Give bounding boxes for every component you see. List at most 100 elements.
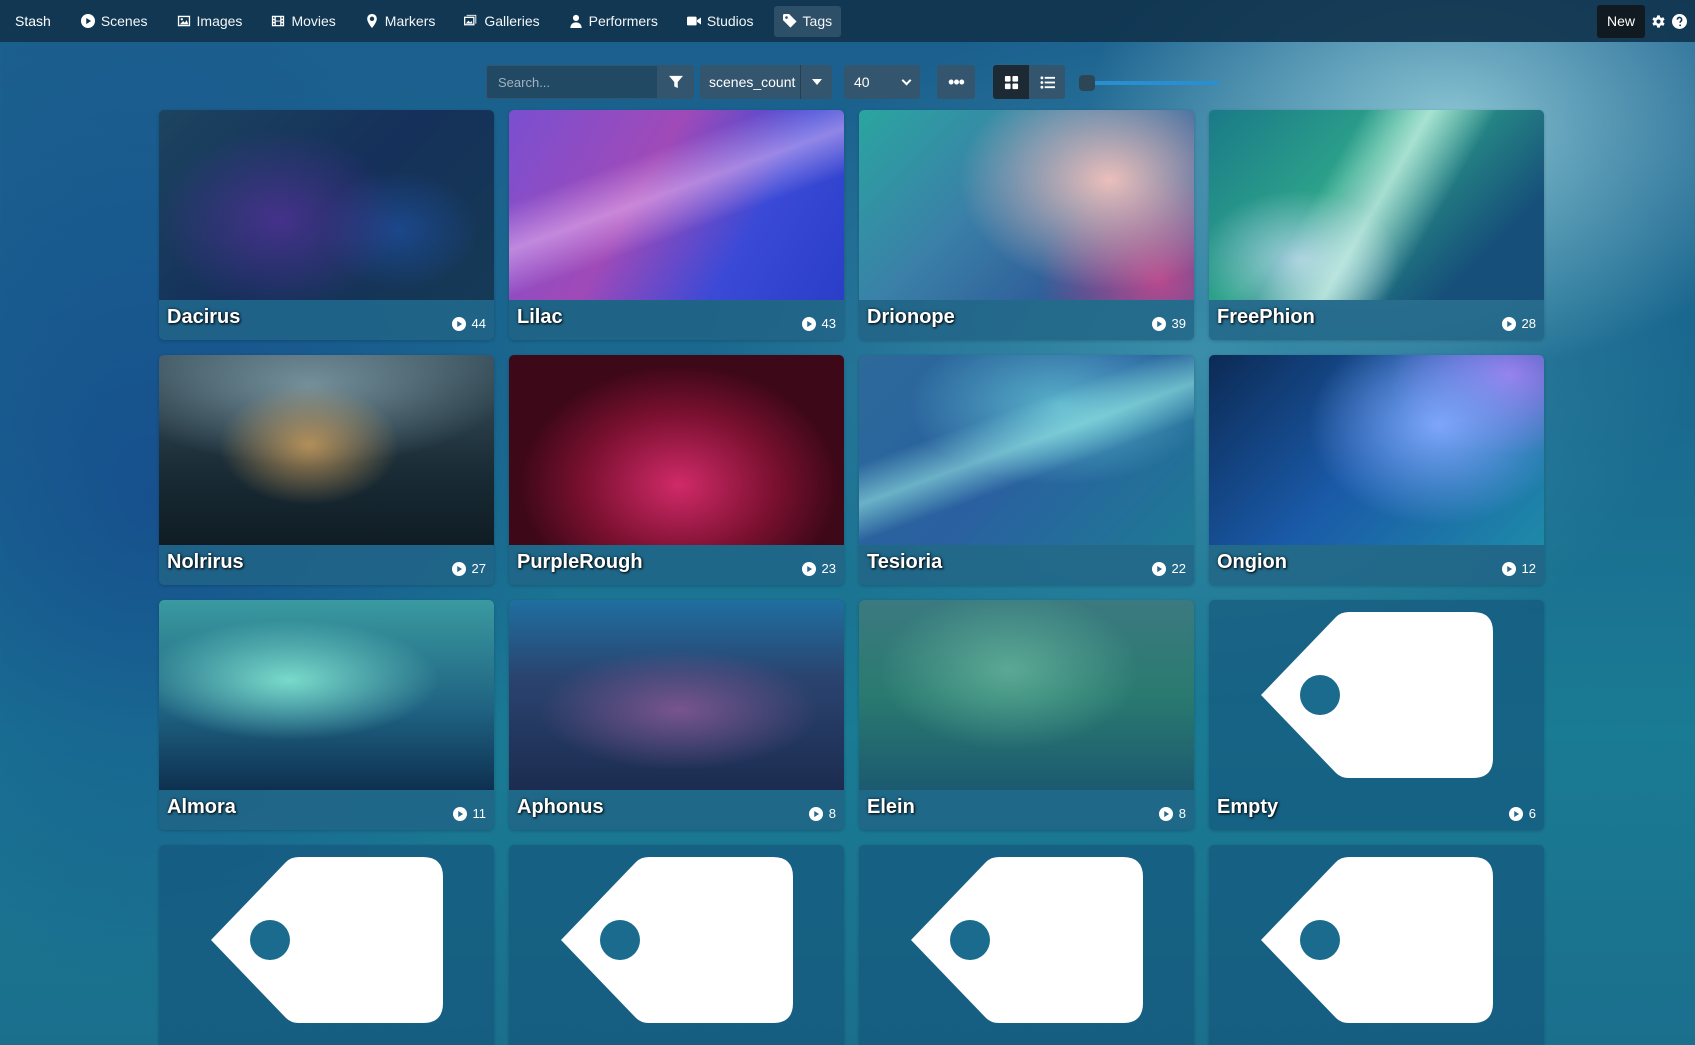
tag-thumbnail[interactable]	[159, 845, 494, 1035]
nav-item-studios[interactable]: Studios	[678, 6, 763, 37]
sort-direction-button[interactable]	[800, 65, 832, 99]
scene-count[interactable]: 27	[451, 561, 486, 576]
scene-count[interactable]: 8	[1158, 806, 1186, 821]
tag-thumbnail[interactable]	[509, 600, 844, 790]
per-page-select[interactable]: 40	[844, 65, 920, 99]
tag-icon	[561, 857, 793, 1023]
tag-name[interactable]: Empty	[1217, 796, 1278, 819]
nav-item-galleries[interactable]: Galleries	[455, 6, 548, 37]
scene-count[interactable]: 28	[1501, 316, 1536, 331]
play-circle-icon	[1508, 806, 1523, 821]
more-options-button[interactable]: •••	[937, 65, 975, 99]
scene-count[interactable]: 43	[801, 316, 836, 331]
scene-count[interactable]: 11	[452, 806, 487, 821]
tag-name[interactable]: Elein	[867, 796, 915, 819]
scene-count[interactable]: 23	[801, 561, 836, 576]
scene-count-value: 12	[1521, 561, 1536, 576]
play-circle-icon	[1158, 806, 1173, 821]
question-circle-icon[interactable]	[1672, 13, 1687, 29]
zoom-slider-handle[interactable]	[1079, 75, 1095, 91]
nav-item-scenes[interactable]: Scenes	[72, 6, 157, 37]
nav-item-markers[interactable]: Markers	[356, 6, 445, 37]
tag-thumbnail[interactable]	[1209, 600, 1544, 790]
tag-thumbnail[interactable]	[859, 110, 1194, 300]
tag-card[interactable]	[1209, 845, 1544, 1045]
tag-name[interactable]: FreePhion	[1217, 306, 1315, 329]
tag-card[interactable]: Empty 6	[1209, 600, 1544, 830]
tag-card[interactable]	[159, 845, 494, 1045]
sort-by-select[interactable]: scenes_count	[700, 65, 800, 99]
tag-name[interactable]: Drionope	[867, 306, 955, 329]
scene-count-value: 39	[1171, 316, 1186, 331]
tag-name[interactable]: Ongion	[1217, 551, 1287, 574]
tag-name[interactable]: Aphonus	[517, 796, 604, 819]
scene-count-value: 11	[472, 806, 487, 821]
tag-icon	[1261, 612, 1493, 778]
tag-thumbnail[interactable]	[859, 845, 1194, 1035]
tag-card[interactable]: Drionope 39	[859, 110, 1194, 340]
tag-card[interactable]	[859, 845, 1194, 1045]
tag-thumbnail[interactable]	[159, 355, 494, 545]
tag-thumbnail[interactable]	[509, 110, 844, 300]
per-page-value: 40	[854, 74, 870, 90]
tag-thumbnail[interactable]	[159, 600, 494, 790]
tag-card[interactable]	[509, 845, 844, 1045]
tag-thumbnail[interactable]	[509, 355, 844, 545]
tag-card[interactable]: Almora 11	[159, 600, 494, 830]
scene-count[interactable]: 8	[808, 806, 836, 821]
search-input[interactable]: Search...	[486, 65, 658, 99]
scene-count-value: 28	[1521, 316, 1536, 331]
list-toolbar: Search... scenes_count 40 •••	[486, 65, 1219, 99]
tag-card[interactable]: Lilac 43	[509, 110, 844, 340]
scene-count[interactable]: 44	[451, 316, 486, 331]
tag-icon	[1261, 857, 1493, 1023]
tag-name[interactable]: Almora	[167, 796, 236, 819]
tag-thumbnail[interactable]	[1209, 845, 1544, 1035]
tag-card[interactable]: FreePhion 28	[1209, 110, 1544, 340]
scene-count[interactable]: 12	[1501, 561, 1536, 576]
scene-count-value: 6	[1528, 806, 1536, 821]
nav-item-movies[interactable]: Movies	[262, 6, 344, 37]
tag-name[interactable]: Nolrirus	[167, 551, 244, 574]
zoom-slider[interactable]	[1079, 65, 1219, 99]
play-circle-icon	[1151, 561, 1166, 576]
tag-thumbnail[interactable]	[859, 355, 1194, 545]
play-circle-icon	[452, 806, 467, 821]
new-button[interactable]: New	[1596, 4, 1645, 38]
scene-count[interactable]: 22	[1151, 561, 1186, 576]
nav-label: Movies	[291, 13, 336, 29]
tag-name[interactable]: Lilac	[517, 306, 563, 329]
nav-label: Markers	[384, 13, 436, 29]
tag-card[interactable]: Nolrirus 27	[159, 355, 494, 585]
tag-name[interactable]: Tesioria	[867, 551, 942, 574]
scene-count[interactable]: 6	[1508, 806, 1536, 821]
tag-card[interactable]: Dacirus 44	[159, 110, 494, 340]
nav-item-images[interactable]: Images	[168, 6, 252, 37]
scene-count-value: 23	[821, 561, 836, 576]
scene-count-value: 8	[1178, 806, 1186, 821]
nav-item-performers[interactable]: Performers	[560, 6, 667, 37]
tag-name[interactable]: Dacirus	[167, 306, 240, 329]
tag-name[interactable]: PurpleRough	[517, 551, 643, 574]
gear-icon[interactable]	[1651, 14, 1666, 29]
grid-view-button[interactable]	[993, 65, 1029, 99]
list-view-button[interactable]	[1029, 65, 1065, 99]
filter-button[interactable]	[658, 65, 694, 99]
tag-thumbnail[interactable]	[1209, 355, 1544, 545]
scene-count[interactable]: 39	[1151, 316, 1186, 331]
tag-thumbnail[interactable]	[859, 600, 1194, 790]
tag-icon	[911, 857, 1143, 1023]
tag-card[interactable]: Elein 8	[859, 600, 1194, 830]
tag-thumbnail[interactable]	[159, 110, 494, 300]
tag-card[interactable]: Aphonus 8	[509, 600, 844, 830]
tag-card[interactable]: PurpleRough 23	[509, 355, 844, 585]
scene-count-value: 43	[821, 316, 836, 331]
nav-label: Performers	[588, 13, 658, 29]
tag-thumbnail[interactable]	[1209, 110, 1544, 300]
tag-card[interactable]: Ongion 12	[1209, 355, 1544, 585]
brand-link[interactable]: Stash	[15, 13, 51, 29]
nav-item-tags[interactable]: Tags	[773, 5, 842, 37]
tag-card[interactable]: Tesioria 22	[859, 355, 1194, 585]
user-icon	[569, 14, 582, 28]
tag-thumbnail[interactable]	[509, 845, 844, 1035]
